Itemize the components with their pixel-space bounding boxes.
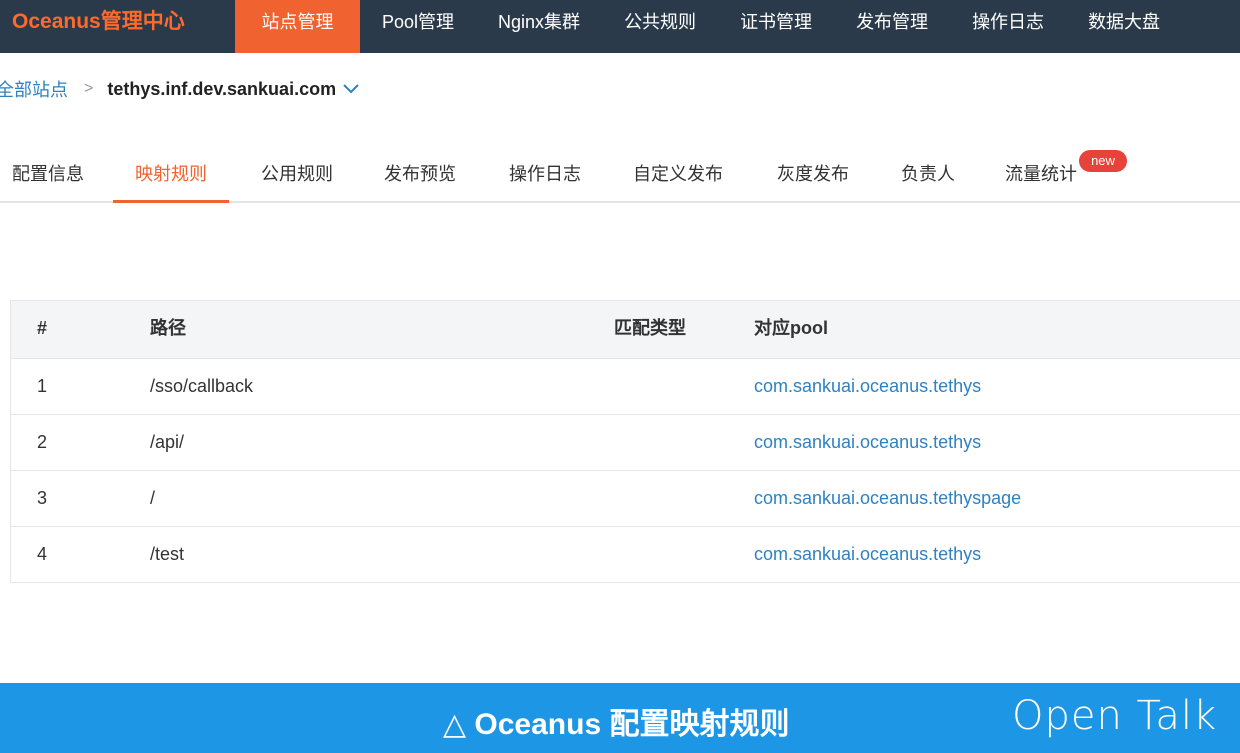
nav-item-releases[interactable]: 发布管理 — [834, 0, 950, 53]
tab-operation-log[interactable]: 操作日志 — [509, 160, 581, 203]
tab-gray-release[interactable]: 灰度发布 — [777, 160, 849, 203]
row-pool-link[interactable]: com.sankuai.oceanus.tethys — [754, 415, 981, 471]
row-path: /api/ — [150, 432, 185, 452]
row-path: /test — [150, 544, 185, 564]
nav-item-pool[interactable]: Pool管理 — [360, 0, 476, 53]
nav-item-sites[interactable]: 站点管理 — [235, 0, 360, 53]
row-index: 3 — [37, 488, 48, 508]
tab-shared-rules[interactable]: 公用规则 — [261, 160, 333, 203]
table-header-row: # 路径 匹配类型 对应pool — [11, 301, 1240, 358]
caption-banner: △ Oceanus 配置映射规则 Open Talk — [0, 683, 1240, 753]
banner-caption: △ Oceanus 配置映射规则 — [443, 708, 790, 741]
row-pool-link[interactable]: com.sankuai.oceanus.tethys — [754, 527, 981, 583]
top-nav-items: 站点管理 Pool管理 Nginx集群 公共规则 证书管理 发布管理 操作日志 … — [235, 0, 1182, 53]
tab-owners[interactable]: 负责人 — [901, 160, 955, 203]
new-badge: new — [1079, 150, 1127, 172]
row-path: / — [150, 488, 156, 508]
row-pool-link[interactable]: com.sankuai.oceanus.tethyspage — [754, 471, 1021, 527]
nav-item-certificates[interactable]: 证书管理 — [718, 0, 834, 53]
header-index: # — [37, 318, 48, 338]
breadcrumb: 全部站点 > tethys.inf.dev.sankuai.com — [0, 76, 360, 102]
tab-mapping-rules[interactable]: 映射规则 — [113, 160, 229, 203]
row-index: 1 — [37, 376, 48, 396]
row-pool-link[interactable]: com.sankuai.oceanus.tethys — [754, 359, 981, 415]
tab-traffic-stats[interactable]: 流量统计 — [1005, 160, 1077, 203]
mapping-rules-table: # 路径 匹配类型 对应pool 1 /sso/callback com.san… — [10, 300, 1240, 583]
row-path: /sso/callback — [150, 376, 254, 396]
brand-logo[interactable]: Oceanus管理中心 — [0, 0, 235, 53]
tab-config-info[interactable]: 配置信息 — [12, 160, 84, 203]
header-match-type: 匹配类型 — [614, 318, 686, 338]
breadcrumb-current-site[interactable]: tethys.inf.dev.sankuai.com — [107, 79, 336, 100]
site-tabs: 配置信息 映射规则 公用规则 发布预览 操作日志 自定义发布 灰度发布 负责人 … — [0, 148, 1240, 203]
table-row: 3 / com.sankuai.oceanus.tethyspage — [11, 470, 1240, 526]
header-pool: 对应pool — [754, 318, 828, 338]
tab-release-preview[interactable]: 发布预览 — [384, 160, 456, 203]
nav-item-nginx-cluster[interactable]: Nginx集群 — [476, 0, 602, 53]
table-row: 1 /sso/callback com.sankuai.oceanus.teth… — [11, 358, 1240, 414]
table-row: 4 /test com.sankuai.oceanus.tethys — [11, 526, 1240, 582]
nav-item-operation-log[interactable]: 操作日志 — [950, 0, 1066, 53]
open-talk-logo: Open Talk — [1012, 693, 1218, 739]
table-row: 2 /api/ com.sankuai.oceanus.tethys — [11, 414, 1240, 470]
nav-item-data-dashboard[interactable]: 数据大盘 — [1066, 0, 1182, 53]
nav-item-public-rules[interactable]: 公共规则 — [602, 0, 718, 53]
top-nav-bar: Oceanus管理中心 站点管理 Pool管理 Nginx集群 公共规则 证书管… — [0, 0, 1240, 53]
chevron-down-icon[interactable] — [342, 82, 360, 96]
breadcrumb-all-sites[interactable]: 全部站点 — [0, 76, 68, 102]
row-index: 2 — [37, 432, 48, 452]
tab-custom-release[interactable]: 自定义发布 — [633, 160, 723, 203]
header-path: 路径 — [150, 318, 186, 338]
row-index: 4 — [37, 544, 48, 564]
breadcrumb-separator: > — [84, 80, 94, 97]
